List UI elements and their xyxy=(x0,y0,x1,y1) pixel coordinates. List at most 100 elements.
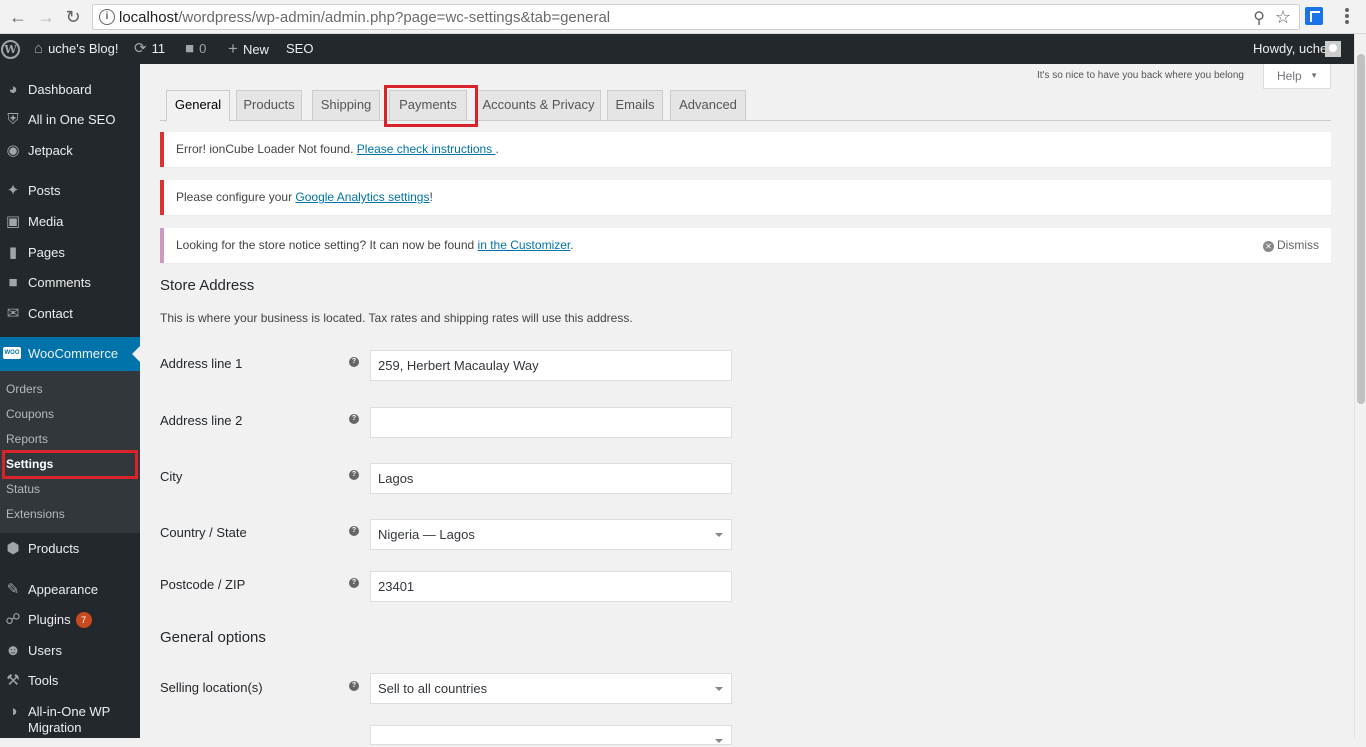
tab-advanced[interactable]: Advanced xyxy=(670,90,746,121)
reload-icon[interactable]: ↻ xyxy=(61,5,85,29)
main-content: It's so nice to have you back where you … xyxy=(140,64,1354,745)
page-scrollbar[interactable] xyxy=(1354,34,1366,738)
dismiss-button[interactable]: ✕ Dismiss xyxy=(1263,228,1319,263)
city-input[interactable]: Lagos xyxy=(370,463,732,494)
sidebar-item-users[interactable]: ☻ Users xyxy=(0,636,140,666)
tab-accounts-privacy[interactable]: Accounts & Privacy xyxy=(476,90,601,121)
site-name-link[interactable]: ⌂ uche's Blog! xyxy=(34,34,118,64)
greeting-text: It's so nice to have you back where you … xyxy=(1036,70,1244,81)
google-analytics-settings-link[interactable]: Google Analytics settings xyxy=(295,190,429,204)
help-tip-icon[interactable]: ? xyxy=(349,357,359,367)
submenu-settings[interactable]: Settings xyxy=(6,457,53,471)
dashboard-icon: ◕ xyxy=(8,81,18,98)
pin-icon: ✦ xyxy=(6,182,20,199)
new-content-link[interactable]: + New xyxy=(228,34,269,64)
check-instructions-link[interactable]: Please check instructions xyxy=(357,142,496,156)
help-tip-icon[interactable]: ? xyxy=(349,526,359,536)
pages-icon: ▮ xyxy=(8,244,18,261)
help-tip-icon[interactable]: ? xyxy=(349,470,359,480)
url-text: localhost/wordpress/wp-admin/admin.php?p… xyxy=(119,9,611,26)
sidebar-item-media[interactable]: ▣ Media xyxy=(0,207,140,237)
address-line-2-input[interactable] xyxy=(370,407,732,438)
wordpress-logo-icon[interactable]: W xyxy=(1,40,20,59)
sidebar-item-plugins[interactable]: ☍ Plugins 7 xyxy=(0,605,140,635)
ioncube-error-notice: Error! ionCube Loader Not found. Please … xyxy=(160,132,1331,167)
wrench-icon: ⚒ xyxy=(6,672,20,689)
brush-icon: ✎ xyxy=(6,581,20,598)
browser-menu-icon[interactable] xyxy=(1340,6,1354,26)
sidebar-item-pages[interactable]: ▮ Pages xyxy=(0,238,140,268)
address-bar[interactable]: i localhost/wordpress/wp-admin/admin.php… xyxy=(92,4,1300,30)
next-option-select[interactable] xyxy=(370,725,732,745)
country-state-label: Country / State xyxy=(160,525,247,540)
tab-emails[interactable]: Emails xyxy=(607,90,663,121)
forward-arrow-icon[interactable]: → xyxy=(34,5,58,29)
general-options-heading: General options xyxy=(160,629,266,646)
home-icon: ⌂ xyxy=(34,40,44,57)
avatar[interactable] xyxy=(1325,41,1341,57)
tab-payments[interactable]: Payments xyxy=(389,90,467,121)
shield-icon: ⛨ xyxy=(7,111,19,128)
zoom-icon[interactable]: ⚲ xyxy=(1253,8,1265,28)
help-tip-icon[interactable]: ? xyxy=(349,578,359,588)
admin-bar: W ⌂ uche's Blog! ⟳ 11 ■ 0 + New SEO Howdy, u… xyxy=(0,34,1354,64)
howdy-account-link[interactable]: Howdy, uche xyxy=(1253,34,1327,64)
sidebar-item-dashboard[interactable]: ◕ Dashboard xyxy=(0,75,140,105)
sidebar-item-posts[interactable]: ✦ Posts xyxy=(0,176,140,206)
selling-locations-label: Selling location(s) xyxy=(160,680,263,695)
tab-shipping[interactable]: Shipping xyxy=(312,90,380,121)
customizer-link[interactable]: in the Customizer xyxy=(478,238,571,252)
plug-icon: ☍ xyxy=(5,611,21,628)
jetpack-icon: ◉ xyxy=(6,142,20,159)
submenu-coupons[interactable]: Coupons xyxy=(6,407,54,421)
scrollbar-thumb[interactable] xyxy=(1357,54,1365,404)
sidebar-item-all-in-one-wp-migration[interactable]: ◑ All-in-One WP Migration xyxy=(0,697,140,738)
sidebar-item-jetpack[interactable]: ◉ Jetpack xyxy=(0,136,140,166)
country-state-select[interactable]: Nigeria — Lagos xyxy=(370,519,732,550)
help-tip-icon[interactable]: ? xyxy=(349,414,359,424)
sidebar-item-tools[interactable]: ⚒ Tools xyxy=(0,666,140,696)
seo-menu-link[interactable]: SEO xyxy=(286,34,313,64)
comment-icon: ■ xyxy=(185,40,195,57)
back-arrow-icon[interactable]: ← xyxy=(6,5,30,29)
box-icon: ⬢ xyxy=(6,540,20,557)
admin-sidebar: ◕ Dashboard ⛨ All in One SEO ◉ Jetpack ✦ Pos… xyxy=(0,64,140,738)
migration-icon: ◑ xyxy=(8,703,18,720)
postcode-label: Postcode / ZIP xyxy=(160,577,246,592)
caret-down-icon: ▼ xyxy=(1310,71,1318,80)
sidebar-item-contact[interactable]: ✉ Contact xyxy=(0,299,140,329)
sidebar-item-woocommerce[interactable]: WOO WooCommerce xyxy=(0,337,140,371)
comment-icon: ■ xyxy=(8,274,18,291)
submenu-status[interactable]: Status xyxy=(6,482,40,496)
help-tip-icon[interactable]: ? xyxy=(349,681,359,691)
sidebar-item-comments[interactable]: ■ Comments xyxy=(0,268,140,298)
analytics-notice: Please configure your Google Analytics s… xyxy=(160,180,1331,215)
comments-link[interactable]: ■ 0 xyxy=(185,34,206,64)
plugins-update-badge: 7 xyxy=(75,612,92,628)
plus-icon: + xyxy=(228,39,238,58)
store-address-heading: Store Address xyxy=(160,277,255,294)
updates-link[interactable]: ⟳ 11 xyxy=(134,34,165,64)
extension-icon[interactable] xyxy=(1305,7,1323,25)
updates-icon: ⟳ xyxy=(134,40,147,57)
address-line-1-input[interactable]: 259, Herbert Macaulay Way xyxy=(370,350,732,381)
bookmark-star-icon[interactable]: ☆ xyxy=(1275,7,1291,28)
help-tab-button[interactable]: Help ▼ xyxy=(1263,64,1331,89)
selling-locations-select[interactable]: Sell to all countries xyxy=(370,673,732,704)
info-icon[interactable]: i xyxy=(99,9,115,25)
sidebar-item-appearance[interactable]: ✎ Appearance xyxy=(0,575,140,605)
submenu-reports[interactable]: Reports xyxy=(6,432,48,446)
tab-products[interactable]: Products xyxy=(236,90,302,121)
submenu-orders[interactable]: Orders xyxy=(6,382,43,396)
sidebar-item-all-in-one-seo[interactable]: ⛨ All in One SEO xyxy=(0,105,140,135)
address-line-1-label: Address line 1 xyxy=(160,356,243,371)
submenu-extensions[interactable]: Extensions xyxy=(6,507,65,521)
close-icon: ✕ xyxy=(1263,241,1274,252)
sidebar-item-products[interactable]: ⬢ Products xyxy=(0,534,140,564)
store-notice-info: Looking for the store notice setting? It… xyxy=(160,228,1331,263)
postcode-input[interactable]: 23401 xyxy=(370,571,732,602)
address-line-2-label: Address line 2 xyxy=(160,413,243,428)
woo-icon: WOO xyxy=(3,347,21,359)
settings-tabs: General Products Shipping Payments Accou… xyxy=(160,90,1331,122)
tab-general[interactable]: General xyxy=(166,90,230,122)
